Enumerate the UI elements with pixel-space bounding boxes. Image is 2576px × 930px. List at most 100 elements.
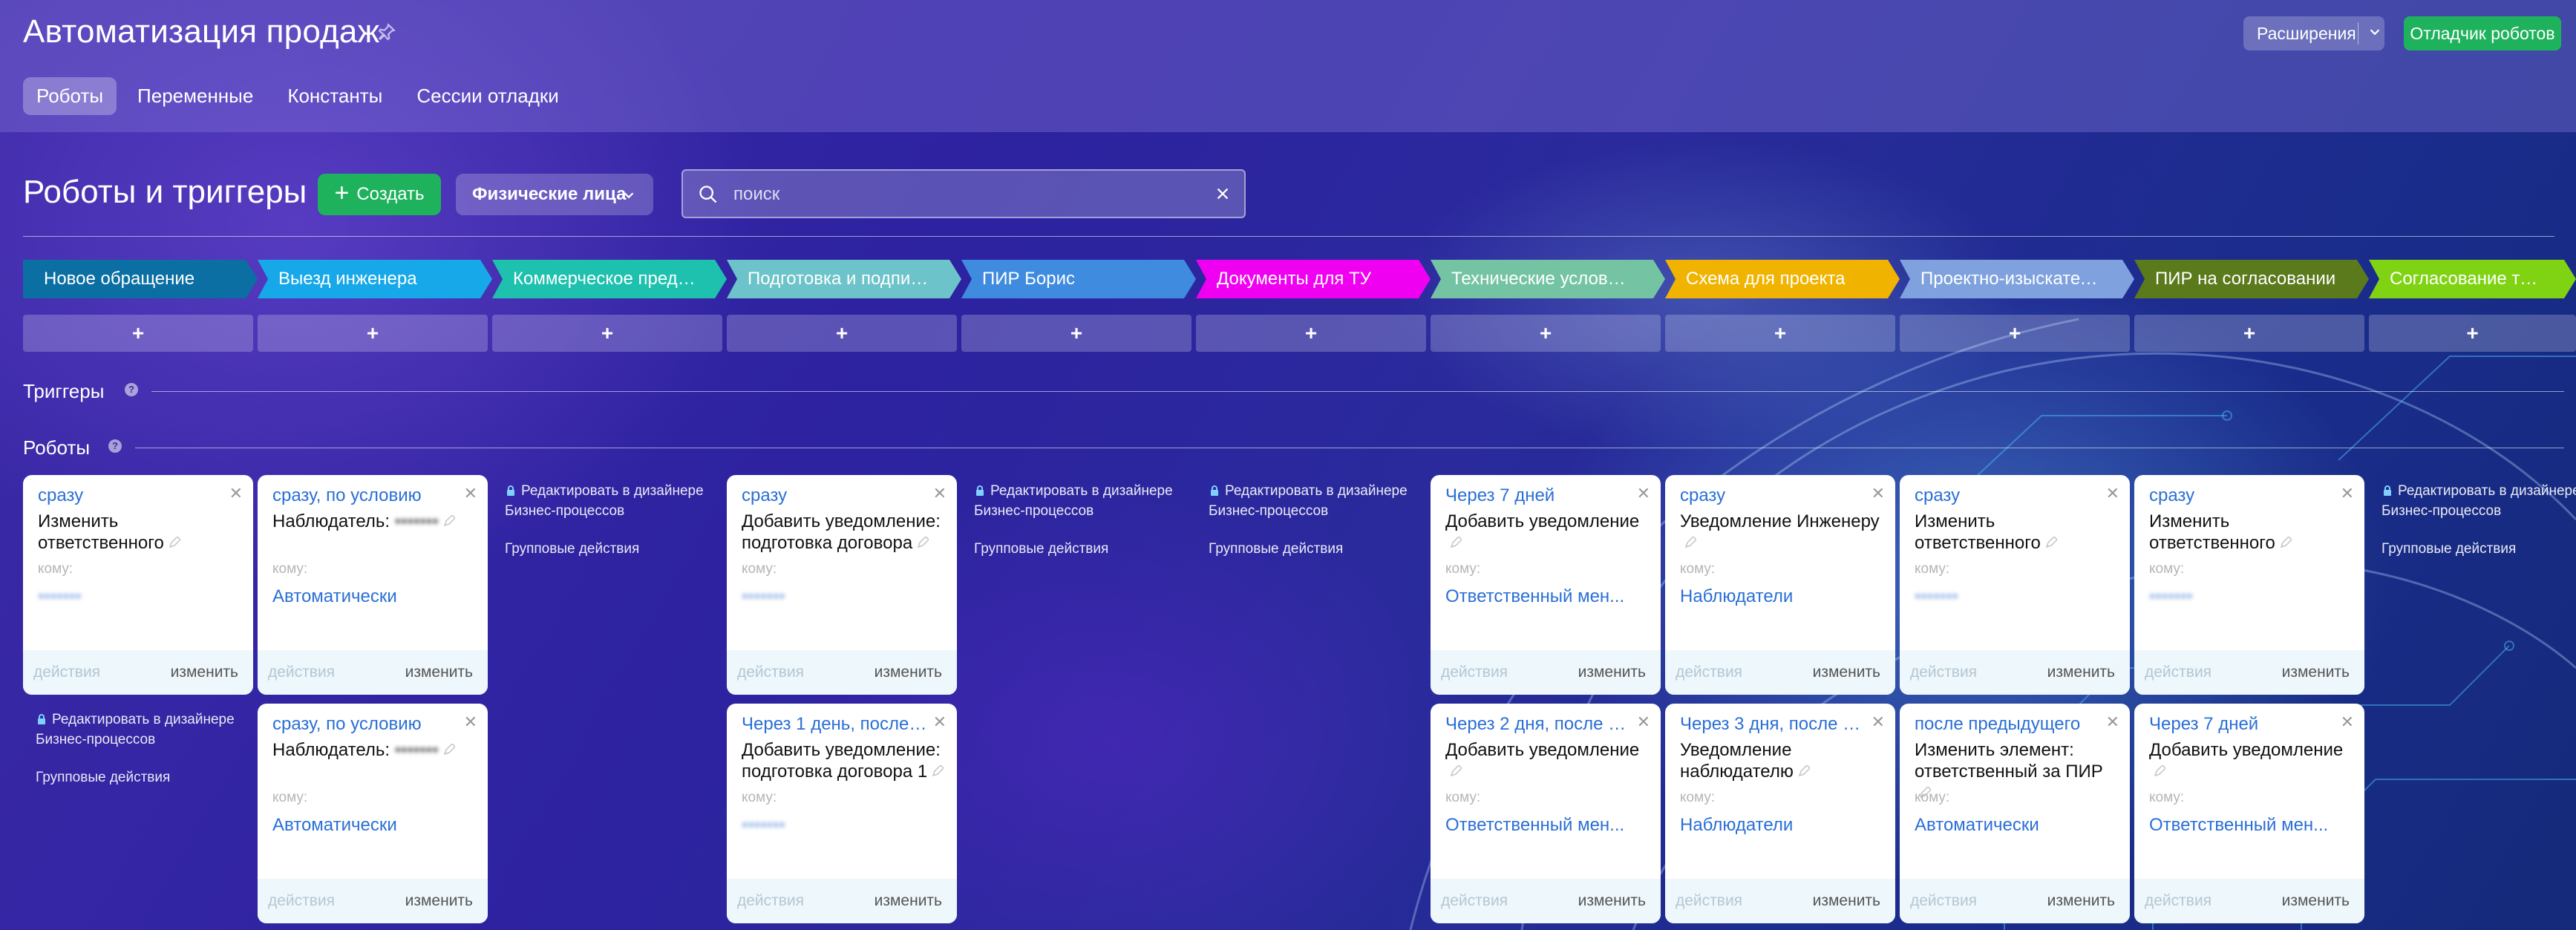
stage-7[interactable]: Технические условия (... (1431, 260, 1665, 298)
add-robot-button[interactable]: + (961, 315, 1191, 352)
robot-card[interactable]: Через 3 дня, после пр... ✕ Уведомление наб… (1665, 704, 1895, 923)
actions-link[interactable]: действия (1910, 892, 1977, 910)
edit-link[interactable]: изменить (405, 892, 473, 910)
recipient-value[interactable]: ••••••• (742, 586, 942, 607)
chevron-down-icon[interactable] (2367, 24, 2383, 40)
create-button[interactable]: + Создать (318, 174, 441, 215)
robot-trigger-condition[interactable]: сразу (1680, 485, 1866, 506)
recipient-value[interactable]: Ответственный мен... (2149, 815, 2350, 836)
robot-card[interactable]: Через 7 дней ✕ Добавить уведомление кому: От… (2134, 704, 2364, 923)
robot-trigger-condition[interactable]: сразу (2149, 485, 2335, 506)
robot-debugger-button[interactable]: Отладчик роботов (2404, 16, 2561, 50)
actions-link[interactable]: действия (1441, 664, 1508, 681)
help-icon[interactable]: ? (108, 439, 122, 453)
group-actions-link[interactable]: Групповые действия (1209, 539, 1439, 559)
add-robot-button[interactable]: + (23, 315, 253, 352)
edit-link[interactable]: изменить (405, 664, 473, 681)
close-icon[interactable]: ✕ (1637, 713, 1650, 732)
close-icon[interactable]: ✕ (2106, 713, 2119, 732)
robot-card[interactable]: Через 2 дня, после пр... ✕ Добавить уведом… (1431, 704, 1661, 923)
stage-2[interactable]: Выезд инженера (258, 260, 492, 298)
robot-card[interactable]: Через 7 дней ✕ Добавить уведомление кому: От… (1431, 475, 1661, 695)
edit-in-designer-link[interactable]: Редактировать в дизайнере Бизнес-процессо… (36, 710, 266, 750)
close-icon[interactable]: ✕ (933, 713, 947, 732)
pencil-icon[interactable] (932, 765, 944, 777)
group-actions-link[interactable]: Групповые действия (36, 767, 266, 787)
robot-card[interactable]: сразу, по условию ✕ Наблюдатель: ••••••• ко… (258, 704, 488, 923)
recipient-value[interactable]: Автоматически (272, 815, 473, 836)
robot-trigger-condition[interactable]: Через 7 дней (1445, 485, 1631, 506)
actions-link[interactable]: действия (33, 664, 100, 681)
pencil-icon[interactable] (1684, 537, 1696, 548)
robot-trigger-condition[interactable]: сразу (38, 485, 223, 506)
recipient-value[interactable]: Ответственный мен... (1445, 815, 1646, 836)
edit-in-designer-link[interactable]: Редактировать в дизайнере Бизнес-процессо… (974, 481, 1204, 521)
edit-link[interactable]: изменить (875, 892, 942, 910)
edit-in-designer-link[interactable]: Редактировать в дизайнере Бизнес-процессо… (1209, 481, 1439, 521)
pencil-icon[interactable] (1798, 765, 1810, 777)
help-icon[interactable]: ? (125, 383, 138, 396)
edit-link[interactable]: изменить (1813, 892, 1880, 910)
stage-3[interactable]: Коммерческое предло... (492, 260, 727, 298)
group-actions-link[interactable]: Групповые действия (2382, 539, 2576, 559)
pencil-icon[interactable] (169, 537, 180, 548)
robot-trigger-condition[interactable]: сразу, по условию (272, 714, 458, 735)
edit-link[interactable]: изменить (171, 664, 238, 681)
pencil-icon[interactable] (443, 515, 455, 527)
edit-link[interactable]: изменить (2047, 892, 2115, 910)
add-robot-button[interactable]: + (2134, 315, 2364, 352)
stage-10[interactable]: ПИР на согласовании (2134, 260, 2369, 298)
group-actions-link[interactable]: Групповые действия (974, 539, 1204, 559)
robot-card[interactable]: Через 1 день, после п... ✕ Добавить уведом… (727, 704, 957, 923)
close-icon[interactable]: ✕ (2341, 484, 2354, 503)
robot-card[interactable]: сразу ✕ Изменить ответственного кому: ••••••… (1900, 475, 2130, 695)
search-input[interactable] (733, 180, 1179, 209)
robot-trigger-condition[interactable]: Через 2 дня, после пр... (1445, 714, 1631, 735)
actions-link[interactable]: действия (1910, 664, 1977, 681)
robot-card[interactable]: сразу ✕ Изменить ответственного кому: ••••••… (2134, 475, 2364, 695)
stage-11[interactable]: Согласование точки в... (2369, 260, 2576, 298)
close-icon[interactable]: ✕ (464, 484, 477, 503)
edit-link[interactable]: изменить (2282, 664, 2350, 681)
pencil-icon[interactable] (443, 744, 455, 756)
pencil-icon[interactable] (2280, 537, 2292, 548)
close-icon[interactable]: ✕ (2341, 713, 2354, 732)
edit-link[interactable]: изменить (875, 664, 942, 681)
recipient-value[interactable]: Наблюдатели (1680, 586, 1880, 607)
robot-trigger-condition[interactable]: Через 1 день, после п... (742, 714, 927, 735)
robot-card[interactable]: после предыдущего ✕ Изменить элемент: отве… (1900, 704, 2130, 923)
close-icon[interactable]: ✕ (1871, 484, 1885, 503)
robot-trigger-condition[interactable]: сразу (1915, 485, 2100, 506)
stage-6[interactable]: Документы для ТУ (1196, 260, 1431, 298)
edit-in-designer-link[interactable]: Редактировать в дизайнере Бизнес-процессо… (505, 481, 735, 521)
add-robot-button[interactable]: + (492, 315, 722, 352)
actions-link[interactable]: действия (1441, 892, 1508, 910)
tab-debug-sessions[interactable]: Сессии отладки (403, 77, 572, 115)
robot-card[interactable]: сразу ✕ Добавить уведомление: подготовка д… (727, 475, 957, 695)
robot-trigger-condition[interactable]: сразу (742, 485, 927, 506)
add-robot-button[interactable]: + (1900, 315, 2130, 352)
robot-card[interactable]: сразу, по условию ✕ Наблюдатель: ••••••• ко… (258, 475, 488, 695)
recipient-value[interactable]: ••••••• (2149, 586, 2350, 607)
actions-link[interactable]: действия (1676, 664, 1742, 681)
actions-link[interactable]: действия (2145, 664, 2211, 681)
recipient-value[interactable]: Автоматически (1915, 815, 2115, 836)
robot-trigger-condition[interactable]: Через 3 дня, после пр... (1680, 714, 1866, 735)
recipient-value[interactable]: Автоматически (272, 586, 473, 607)
add-robot-button[interactable]: + (727, 315, 957, 352)
recipient-value[interactable]: ••••••• (38, 586, 238, 607)
recipient-value[interactable]: Наблюдатели (1680, 815, 1880, 836)
pencil-icon[interactable] (1450, 765, 1462, 777)
actions-link[interactable]: действия (737, 664, 804, 681)
add-robot-button[interactable]: + (1431, 315, 1661, 352)
actions-link[interactable]: действия (2145, 892, 2211, 910)
edit-link[interactable]: изменить (2047, 664, 2115, 681)
pencil-icon[interactable] (2045, 537, 2057, 548)
edit-in-designer-link[interactable]: Редактировать в дизайнере Бизнес-процессо… (2382, 481, 2576, 521)
stage-9[interactable]: Проектно-изыскательс... (1900, 260, 2134, 298)
recipient-value[interactable]: ••••••• (742, 815, 942, 836)
tab-variables[interactable]: Переменные (124, 77, 267, 115)
edit-link[interactable]: изменить (1578, 892, 1646, 910)
close-icon[interactable]: ✕ (1871, 713, 1885, 732)
actions-link[interactable]: действия (268, 664, 335, 681)
